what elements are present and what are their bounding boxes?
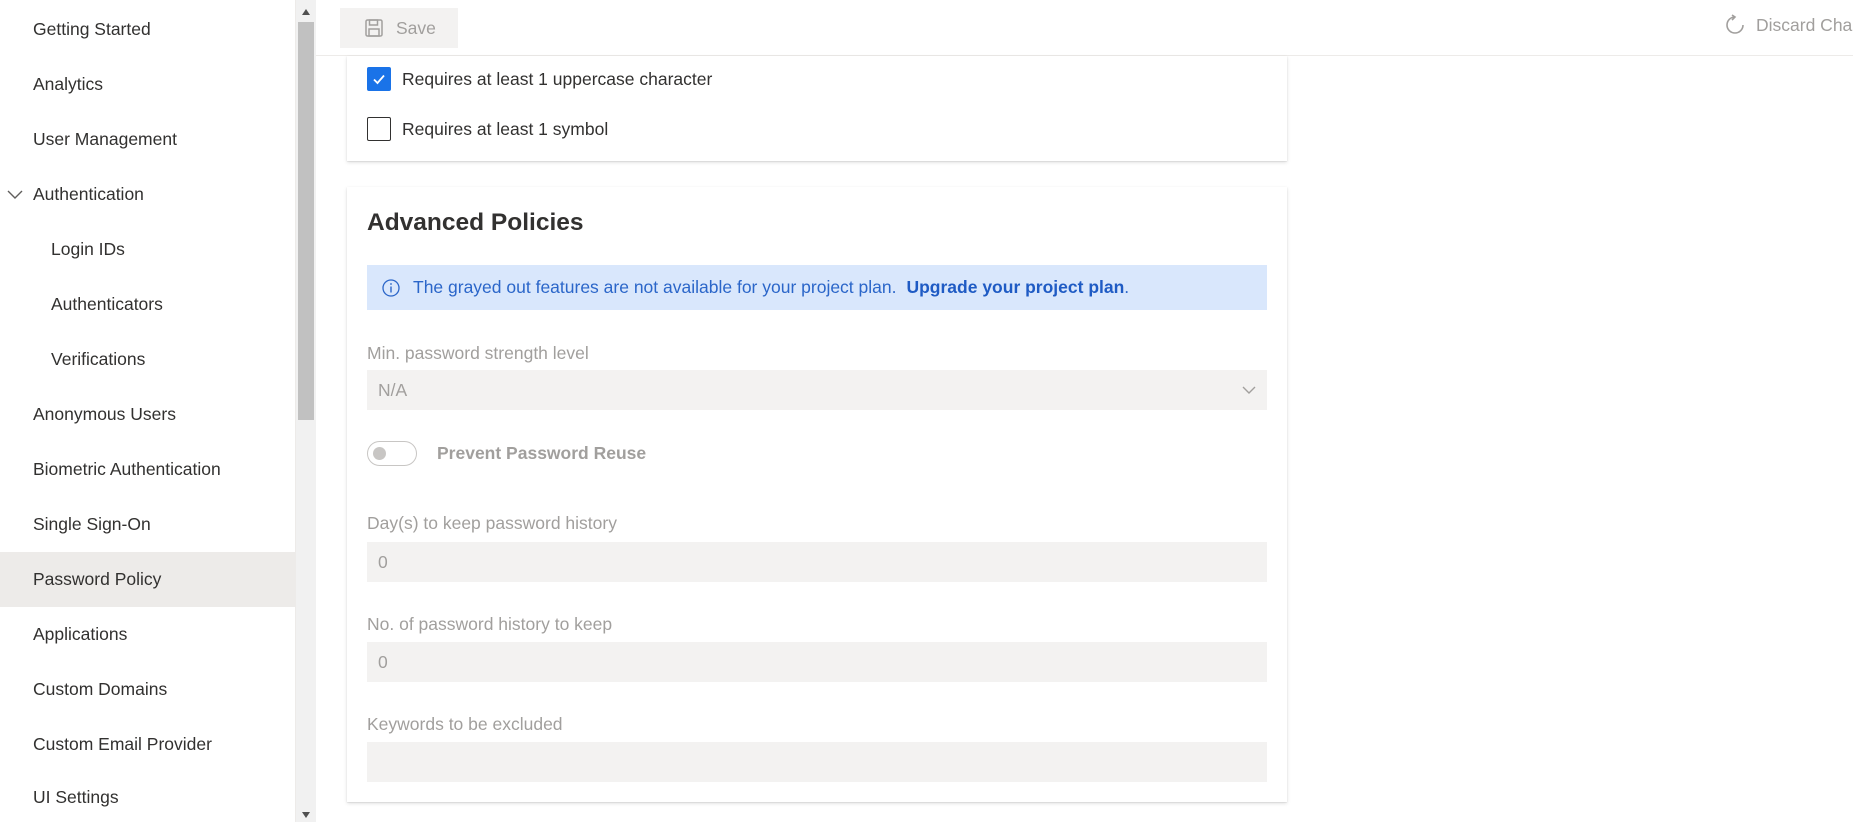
sidebar-item-label: Biometric Authentication — [33, 459, 221, 479]
symbol-checkbox-label: Requires at least 1 symbol — [402, 118, 609, 139]
info-icon — [382, 278, 400, 297]
strength-level-dropdown[interactable]: N/A — [367, 370, 1267, 410]
chevron-down-icon[interactable] — [6, 185, 24, 203]
sidebar-item-authenticators[interactable]: Authenticators — [0, 277, 295, 332]
sidebar-item-single-sign-on[interactable]: Single Sign-On — [0, 497, 295, 552]
sidebar-item-label: Getting Started — [33, 19, 151, 39]
advanced-policies-card: Advanced Policies The grayed out feature… — [347, 187, 1287, 802]
prevent-reuse-label: Prevent Password Reuse — [437, 443, 647, 463]
info-suffix: . — [1124, 277, 1130, 297]
sidebar-item-applications[interactable]: Applications — [0, 607, 295, 662]
sidebar-item-getting-started[interactable]: Getting Started — [0, 2, 295, 57]
sidebar-item-authentication[interactable]: Authentication — [0, 167, 295, 222]
sidebar-item-biometric-authentication[interactable]: Biometric Authentication — [0, 442, 295, 497]
sidebar-item-label: Login IDs — [51, 239, 125, 259]
sidebar-item-ui-settings[interactable]: UI Settings — [0, 772, 295, 822]
password-requirements-card: Requires at least 1 uppercase character … — [347, 56, 1287, 161]
sidebar-item-password-policy[interactable]: Password Policy — [0, 552, 295, 607]
history-count-input[interactable]: 0 — [367, 642, 1267, 682]
toggle-knob — [373, 447, 386, 460]
sidebar-item-label: Custom Domains — [33, 679, 168, 699]
sidebar-item-login-ids[interactable]: Login IDs — [0, 222, 295, 277]
prevent-reuse-toggle[interactable] — [367, 441, 417, 466]
history-count-label: No. of password history to keep — [367, 614, 613, 634]
sidebar-item-label: Verifications — [51, 349, 146, 369]
sidebar-scrollbar[interactable] — [296, 0, 316, 822]
sidebar-item-custom-email-provider[interactable]: Custom Email Provider — [0, 717, 295, 772]
section-title: Advanced Policies — [367, 209, 584, 236]
excluded-keywords-input[interactable] — [367, 742, 1267, 782]
sidebar-nav: Getting Started Analytics User Managemen… — [0, 0, 296, 822]
symbol-checkbox-row[interactable]: Requires at least 1 symbol — [367, 117, 608, 141]
strength-level-label: Min. password strength level — [367, 343, 589, 363]
chevron-down-icon — [1242, 386, 1256, 394]
symbol-checkbox[interactable] — [367, 117, 391, 141]
scroll-down-arrow-icon[interactable] — [296, 807, 316, 822]
history-count-value: 0 — [378, 651, 388, 672]
sidebar-item-user-management[interactable]: User Management — [0, 112, 295, 167]
sidebar-item-label: Authentication — [33, 184, 144, 204]
sidebar-item-label: Password Policy — [33, 569, 162, 589]
uppercase-checkbox-row[interactable]: Requires at least 1 uppercase character — [367, 67, 712, 91]
excluded-keywords-label: Keywords to be excluded — [367, 714, 563, 734]
sidebar-item-label: Analytics — [33, 74, 104, 94]
discard-button-label: Discard Changes — [1756, 14, 1853, 35]
sidebar-item-label: Authenticators — [51, 294, 163, 314]
history-days-label: Day(s) to keep password history — [367, 513, 617, 533]
save-icon — [365, 19, 383, 37]
discard-changes-button[interactable]: Discard Changes — [1724, 14, 1853, 36]
upgrade-plan-link[interactable]: Upgrade your project plan — [906, 277, 1124, 298]
history-days-value: 0 — [378, 551, 388, 572]
sidebar-item-label: Applications — [33, 624, 128, 644]
history-days-input[interactable]: 0 — [367, 542, 1267, 582]
sidebar-item-verifications[interactable]: Verifications — [0, 332, 295, 387]
uppercase-checkbox[interactable] — [367, 67, 391, 91]
save-button-label: Save — [396, 17, 436, 38]
command-bar: Save Discard Changes — [316, 0, 1853, 56]
sidebar-item-label: Single Sign-On — [33, 514, 151, 534]
sidebar-item-label: Custom Email Provider — [33, 734, 212, 754]
sidebar-item-label: UI Settings — [33, 786, 119, 807]
sidebar-item-label: User Management — [33, 129, 177, 149]
uppercase-checkbox-label: Requires at least 1 uppercase character — [402, 68, 713, 89]
sidebar-item-analytics[interactable]: Analytics — [0, 57, 295, 112]
sidebar-item-label: Anonymous Users — [33, 404, 176, 424]
sidebar-item-anonymous-users[interactable]: Anonymous Users — [0, 387, 295, 442]
info-message-text: The grayed out features are not availabl… — [413, 277, 897, 297]
scroll-up-arrow-icon[interactable] — [296, 2, 316, 22]
scrollbar-thumb[interactable] — [298, 22, 314, 420]
checkmark-icon — [373, 74, 385, 85]
sidebar-item-custom-domains[interactable]: Custom Domains — [0, 662, 295, 717]
info-message-bar: The grayed out features are not availabl… — [367, 265, 1267, 310]
save-button[interactable]: Save — [340, 8, 458, 48]
refresh-icon — [1726, 14, 1744, 34]
strength-level-value: N/A — [378, 379, 408, 400]
